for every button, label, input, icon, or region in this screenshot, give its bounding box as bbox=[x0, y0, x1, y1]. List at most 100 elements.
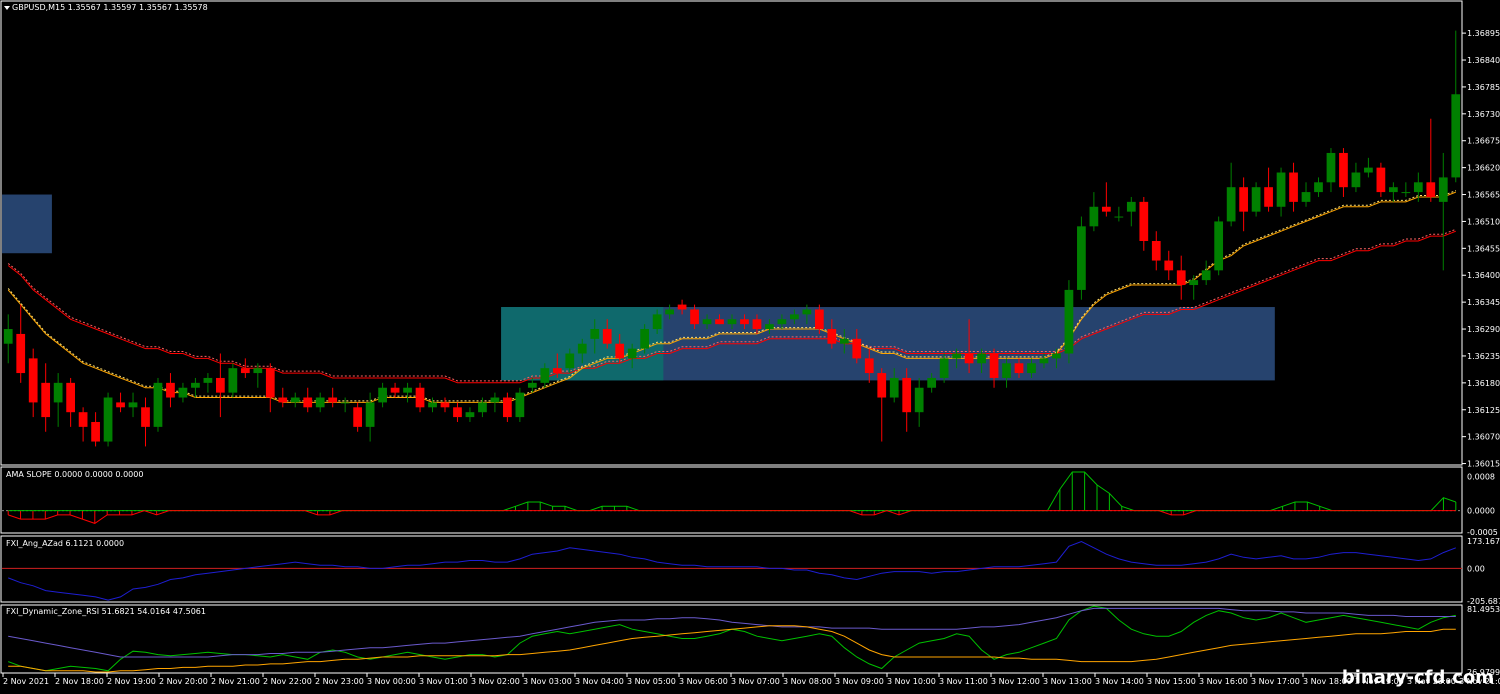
candle-body bbox=[939, 358, 949, 378]
x-tick-label: 3 Nov 05:00 bbox=[627, 677, 676, 686]
candle-body bbox=[814, 309, 824, 330]
candle-body bbox=[989, 353, 999, 378]
x-tick-label: 2 Nov 23:00 bbox=[315, 677, 364, 686]
candle-body bbox=[1426, 182, 1436, 197]
candle-body bbox=[1101, 206, 1111, 212]
y-tick-label: 1.36345 bbox=[1467, 298, 1500, 307]
x-tick-label: 3 Nov 08:00 bbox=[783, 677, 832, 686]
candle-body bbox=[1164, 260, 1174, 271]
candle-body bbox=[964, 353, 974, 364]
candle-body bbox=[278, 397, 288, 403]
candle-body bbox=[1239, 187, 1248, 212]
y-tick-label: 1.36510 bbox=[1467, 217, 1500, 226]
rsi-series-line-0 bbox=[8, 605, 1456, 672]
candle-body bbox=[3, 329, 13, 344]
candle-body bbox=[253, 368, 263, 374]
candle-body bbox=[1139, 201, 1149, 241]
candle-body bbox=[240, 368, 250, 374]
candle-body bbox=[428, 402, 437, 408]
y-tick-label: 1.36840 bbox=[1467, 56, 1500, 65]
candle-body bbox=[365, 402, 375, 427]
ama-y-tick-label: -0.0005 bbox=[1467, 528, 1498, 537]
candle-body bbox=[827, 329, 837, 344]
candle-body bbox=[53, 382, 63, 403]
candle-body bbox=[116, 402, 125, 408]
chevron-down-icon bbox=[4, 6, 10, 10]
candle-body bbox=[702, 319, 712, 325]
candle-body bbox=[540, 368, 550, 383]
pane-border-1 bbox=[0, 466, 1463, 534]
candle-body bbox=[602, 329, 612, 344]
x-tick-label: 3 Nov 14:00 bbox=[1095, 677, 1144, 686]
ang-y-tick-label: 173.1678 bbox=[1467, 537, 1500, 546]
candle-body bbox=[515, 392, 525, 418]
y-tick-label: 1.36730 bbox=[1467, 110, 1500, 119]
candle-body bbox=[78, 412, 88, 427]
candle-body bbox=[490, 397, 500, 403]
candle-body bbox=[328, 397, 338, 403]
candle-body bbox=[590, 329, 600, 339]
x-tick-label: 2 Nov 2021 bbox=[3, 677, 49, 686]
candle-body bbox=[665, 309, 674, 315]
fxi-ang-azad-title: FXI_Ang_AZad 6.1121 0.0000 bbox=[6, 539, 125, 548]
y-tick-label: 1.36785 bbox=[1467, 83, 1500, 92]
candle-body bbox=[839, 338, 849, 344]
candle-body bbox=[1438, 177, 1448, 202]
candle-body bbox=[478, 402, 487, 413]
candle-body bbox=[1176, 270, 1186, 286]
candle-body bbox=[927, 377, 937, 388]
candle-body bbox=[914, 387, 924, 413]
x-tick-label: 3 Nov 07:00 bbox=[731, 677, 780, 686]
candle-body bbox=[28, 358, 38, 403]
ang-y-tick-label: 0.00 bbox=[1467, 564, 1485, 573]
symbol-title: GBPUSD,M15 1.35567 1.35597 1.35567 1.355… bbox=[12, 3, 208, 12]
candle-body bbox=[403, 387, 412, 393]
candle-body bbox=[802, 309, 812, 315]
candle-body bbox=[552, 368, 562, 374]
x-tick-label: 3 Nov 13:00 bbox=[1043, 677, 1092, 686]
candle-body bbox=[952, 353, 961, 359]
x-tick-label: 3 Nov 00:00 bbox=[367, 677, 416, 686]
ama-y-tick-label: 0.0008 bbox=[1467, 472, 1495, 481]
candle-body bbox=[415, 387, 425, 408]
x-tick-label: 3 Nov 16:00 bbox=[1199, 677, 1248, 686]
x-tick-label: 2 Nov 18:00 bbox=[55, 677, 104, 686]
candle-body bbox=[453, 407, 462, 418]
x-tick-label: 3 Nov 09:00 bbox=[835, 677, 884, 686]
y-tick-label: 1.36180 bbox=[1467, 379, 1500, 388]
candle-body bbox=[1276, 172, 1286, 207]
candle-body bbox=[1314, 182, 1323, 193]
candle-body bbox=[1289, 172, 1298, 202]
y-tick-label: 1.36895 bbox=[1467, 29, 1500, 38]
x-tick-label: 2 Nov 20:00 bbox=[159, 677, 208, 686]
candle-body bbox=[752, 319, 762, 330]
candle-body bbox=[790, 314, 799, 320]
candle-body bbox=[677, 304, 687, 310]
y-tick-label: 1.36125 bbox=[1467, 406, 1500, 415]
candle-body bbox=[1351, 172, 1361, 188]
candle-body bbox=[1401, 192, 1411, 194]
x-tick-label: 3 Nov 10:00 bbox=[887, 677, 936, 686]
candle-body bbox=[1189, 280, 1199, 286]
candle-body bbox=[340, 402, 350, 404]
candle-body bbox=[1376, 167, 1386, 193]
candle-body bbox=[852, 338, 862, 359]
candle-body bbox=[1364, 167, 1373, 173]
candle-body bbox=[178, 387, 188, 398]
x-tick-label: 2 Nov 22:00 bbox=[263, 677, 312, 686]
y-tick-label: 1.36455 bbox=[1467, 244, 1500, 253]
candle-body bbox=[1014, 363, 1024, 374]
candle-body bbox=[877, 373, 887, 398]
x-tick-label: 3 Nov 04:00 bbox=[575, 677, 624, 686]
x-tick-label: 3 Nov 01:00 bbox=[419, 677, 468, 686]
candle-body bbox=[1326, 152, 1336, 183]
candle-body bbox=[1002, 363, 1011, 378]
candle-body bbox=[166, 382, 175, 398]
y-tick-label: 1.36400 bbox=[1467, 271, 1500, 280]
candle-body bbox=[1089, 206, 1099, 227]
candle-body bbox=[103, 397, 113, 442]
candle-body bbox=[141, 407, 150, 427]
candle-body bbox=[627, 348, 637, 359]
y-tick-label: 1.36675 bbox=[1467, 137, 1500, 146]
y-tick-label: 1.36015 bbox=[1467, 460, 1500, 469]
